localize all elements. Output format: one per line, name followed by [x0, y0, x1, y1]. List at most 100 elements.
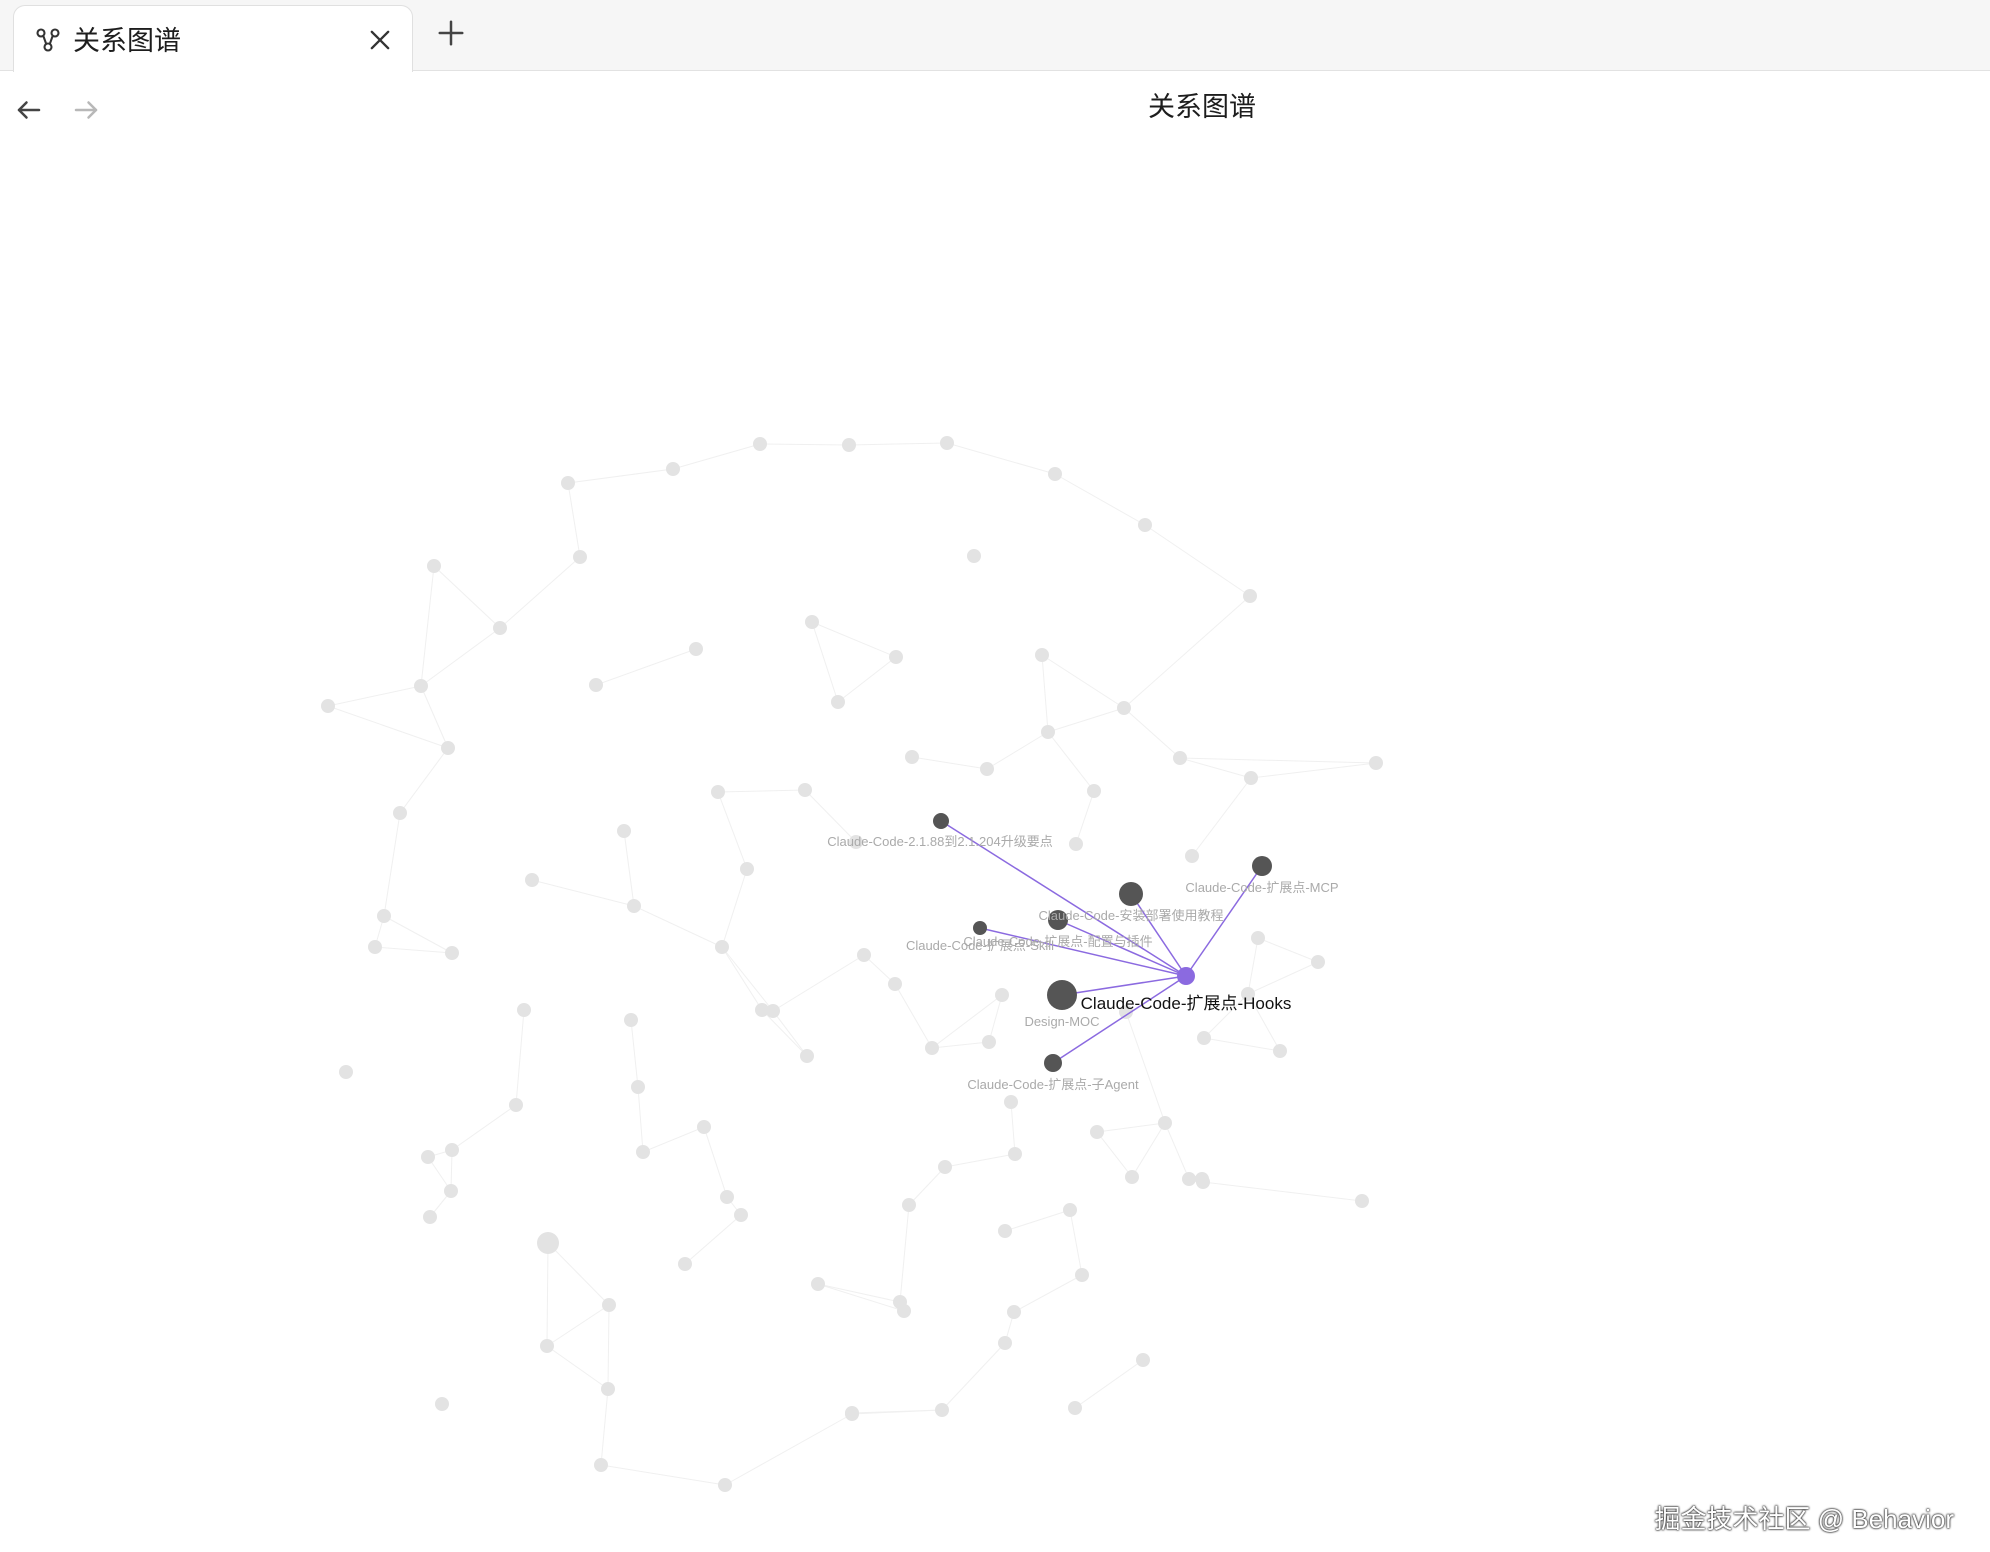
- graph-node-faded[interactable]: [1251, 931, 1265, 945]
- graph-node-faded[interactable]: [697, 1120, 711, 1134]
- graph-node-faded[interactable]: [594, 1458, 608, 1472]
- tab-graph-view[interactable]: 关系图谱: [13, 5, 413, 72]
- graph-node-neighbor[interactable]: [1047, 980, 1077, 1010]
- graph-node-neighbor[interactable]: [1252, 856, 1272, 876]
- graph-node-faded[interactable]: [421, 1150, 435, 1164]
- graph-node-faded[interactable]: [831, 695, 845, 709]
- graph-node-neighbor[interactable]: [933, 813, 949, 829]
- graph-node-faded[interactable]: [1090, 1125, 1104, 1139]
- graph-node-faded[interactable]: [845, 1407, 859, 1421]
- graph-node-faded[interactable]: [1075, 1268, 1089, 1282]
- graph-node-faded[interactable]: [755, 1003, 769, 1017]
- graph-node-faded[interactable]: [1069, 837, 1083, 851]
- graph-node-faded[interactable]: [925, 1041, 939, 1055]
- graph-node-faded[interactable]: [998, 1336, 1012, 1350]
- graph-node-faded[interactable]: [1008, 1147, 1022, 1161]
- graph-node-faded[interactable]: [720, 1190, 734, 1204]
- graph-node-faded[interactable]: [995, 988, 1009, 1002]
- graph-node-faded[interactable]: [711, 785, 725, 799]
- graph-node-faded[interactable]: [897, 1304, 911, 1318]
- graph-node-faded[interactable]: [1369, 756, 1383, 770]
- graph-node-faded[interactable]: [938, 1160, 952, 1174]
- graph-node-faded[interactable]: [493, 621, 507, 635]
- graph-node-center[interactable]: [1177, 967, 1195, 985]
- graph-node-faded[interactable]: [1197, 1031, 1211, 1045]
- graph-node-faded[interactable]: [805, 615, 819, 629]
- graph-node-faded[interactable]: [889, 650, 903, 664]
- graph-node-faded[interactable]: [888, 977, 902, 991]
- graph-node-faded[interactable]: [589, 678, 603, 692]
- graph-node-faded[interactable]: [393, 806, 407, 820]
- graph-node-faded[interactable]: [1007, 1305, 1021, 1319]
- graph-node-faded[interactable]: [998, 1224, 1012, 1238]
- graph-node-faded[interactable]: [1196, 1175, 1210, 1189]
- graph-node-faded[interactable]: [857, 948, 871, 962]
- graph-node-faded[interactable]: [573, 550, 587, 564]
- graph-node-faded[interactable]: [1041, 725, 1055, 739]
- graph-node-faded[interactable]: [1185, 849, 1199, 863]
- graph-node-neighbor[interactable]: [1119, 882, 1143, 906]
- graph-canvas[interactable]: Claude-Code-2.1.88到2.1.204升级要点 Claude-Co…: [0, 142, 1990, 1552]
- graph-node-faded[interactable]: [811, 1277, 825, 1291]
- graph-node-faded[interactable]: [800, 1049, 814, 1063]
- graph-node-neighbor[interactable]: [973, 921, 987, 935]
- graph-node-faded[interactable]: [517, 1003, 531, 1017]
- graph-node-faded[interactable]: [435, 1397, 449, 1411]
- graph-node-faded[interactable]: [905, 750, 919, 764]
- graph-node-faded[interactable]: [666, 462, 680, 476]
- graph-node-faded[interactable]: [1125, 1170, 1139, 1184]
- graph-node-faded[interactable]: [842, 438, 856, 452]
- graph-node-faded[interactable]: [1273, 1044, 1287, 1058]
- graph-node-faded[interactable]: [1063, 1203, 1077, 1217]
- graph-node-faded[interactable]: [624, 1013, 638, 1027]
- graph-node-faded[interactable]: [1136, 1353, 1150, 1367]
- graph-node-faded[interactable]: [377, 909, 391, 923]
- graph-node-faded[interactable]: [940, 436, 954, 450]
- close-icon[interactable]: [366, 26, 394, 54]
- graph-node-faded[interactable]: [1068, 1401, 1082, 1415]
- graph-node-faded[interactable]: [423, 1210, 437, 1224]
- graph-node-faded[interactable]: [1004, 1095, 1018, 1109]
- graph-node-faded[interactable]: [935, 1403, 949, 1417]
- graph-node-faded[interactable]: [321, 699, 335, 713]
- graph-node-faded[interactable]: [537, 1232, 559, 1254]
- graph-node-faded[interactable]: [427, 559, 441, 573]
- graph-node-faded[interactable]: [734, 1208, 748, 1222]
- graph-node-faded[interactable]: [1048, 467, 1062, 481]
- graph-node-faded[interactable]: [602, 1298, 616, 1312]
- graph-node-faded[interactable]: [1244, 771, 1258, 785]
- graph-node-faded[interactable]: [1243, 589, 1257, 603]
- graph-node-faded[interactable]: [982, 1035, 996, 1049]
- graph-node-faded[interactable]: [1117, 701, 1131, 715]
- graph-node-faded[interactable]: [1087, 784, 1101, 798]
- graph-node-faded[interactable]: [1182, 1172, 1196, 1186]
- graph-node-faded[interactable]: [1035, 648, 1049, 662]
- graph-node-neighbor[interactable]: [1044, 1054, 1062, 1072]
- graph-node-faded[interactable]: [689, 642, 703, 656]
- graph-node-faded[interactable]: [1173, 751, 1187, 765]
- graph-node-faded[interactable]: [798, 783, 812, 797]
- graph-node-faded[interactable]: [753, 437, 767, 451]
- graph-node-faded[interactable]: [339, 1065, 353, 1079]
- new-tab-plus-icon[interactable]: [436, 18, 466, 48]
- graph-node-faded[interactable]: [980, 762, 994, 776]
- graph-node-faded[interactable]: [740, 862, 754, 876]
- graph-node-faded[interactable]: [636, 1145, 650, 1159]
- graph-node-faded[interactable]: [561, 476, 575, 490]
- graph-node-faded[interactable]: [1355, 1194, 1369, 1208]
- graph-node-faded[interactable]: [631, 1080, 645, 1094]
- graph-node-faded[interactable]: [601, 1382, 615, 1396]
- graph-node-faded[interactable]: [617, 824, 631, 838]
- graph-node-faded[interactable]: [967, 549, 981, 563]
- graph-node-faded[interactable]: [540, 1339, 554, 1353]
- graph-node-faded[interactable]: [718, 1478, 732, 1492]
- graph-node-faded[interactable]: [368, 940, 382, 954]
- graph-node-faded[interactable]: [1138, 518, 1152, 532]
- graph-node-faded[interactable]: [1158, 1116, 1172, 1130]
- graph-node-faded[interactable]: [509, 1098, 523, 1112]
- graph-node-faded[interactable]: [902, 1198, 916, 1212]
- graph-node-faded[interactable]: [627, 899, 641, 913]
- graph-node-faded[interactable]: [445, 1143, 459, 1157]
- graph-node-faded[interactable]: [445, 946, 459, 960]
- graph-node-faded[interactable]: [441, 741, 455, 755]
